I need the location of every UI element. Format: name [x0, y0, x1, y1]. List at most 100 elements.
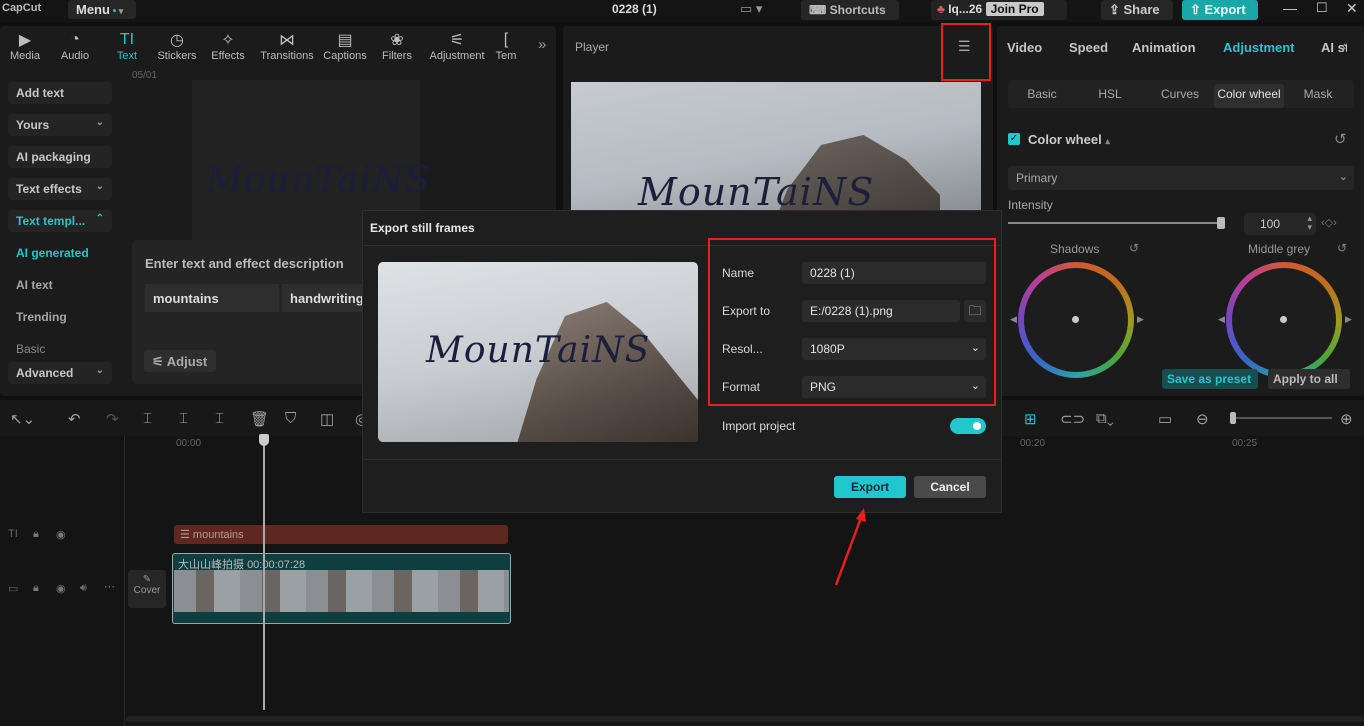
sidebar-add-text[interactable]: Add text: [8, 82, 112, 104]
keyframe-icon[interactable]: ‹◇›: [1321, 216, 1337, 229]
shadows-wheel-center[interactable]: [1072, 316, 1079, 323]
screen-icon[interactable]: ▭: [1158, 410, 1172, 428]
apply-to-all-button[interactable]: Apply to all: [1268, 369, 1350, 389]
shortcuts-button[interactable]: ⌨ Shortcuts: [801, 0, 899, 20]
tab-animation[interactable]: Animation: [1132, 40, 1196, 55]
more-tabs-icon[interactable]: »: [538, 36, 546, 53]
split-icon[interactable]: ⌶: [143, 410, 152, 427]
intensity-slider-track[interactable]: [1008, 222, 1222, 224]
subtab-mask[interactable]: Mask: [1288, 84, 1348, 108]
shadows-color-wheel[interactable]: [1018, 262, 1134, 378]
tab-filters[interactable]: ❀ Filters: [370, 30, 424, 62]
cancel-button[interactable]: Cancel: [914, 476, 986, 498]
redo-icon[interactable]: ↷: [106, 410, 119, 428]
adjust-button[interactable]: ⚟ Adjust: [144, 350, 216, 372]
subtab-basic[interactable]: Basic: [1010, 84, 1074, 108]
collapse-icon[interactable]: ▴: [1105, 136, 1110, 146]
split-left-icon[interactable]: ⌶: [179, 410, 188, 427]
layout-icon[interactable]: ▭ ▾: [740, 1, 762, 17]
intensity-slider-handle[interactable]: [1217, 217, 1225, 229]
maximize-icon[interactable]: ☐: [1316, 0, 1328, 16]
toggle-knob: [973, 422, 981, 430]
undo-icon[interactable]: ↶: [68, 410, 81, 428]
playhead[interactable]: [263, 436, 265, 710]
import-project-toggle[interactable]: [950, 418, 986, 434]
text-clip[interactable]: ☰ mountains: [174, 525, 508, 544]
delete-icon[interactable]: 🗑: [250, 410, 269, 428]
subtab-curves[interactable]: Curves: [1148, 84, 1212, 108]
magnet-icon[interactable]: ⊞: [1024, 410, 1037, 428]
middle-grey-wheel-center[interactable]: [1280, 316, 1287, 323]
video-track-icon: ▭: [8, 583, 19, 595]
stepper-icon[interactable]: ▴ ▾: [1307, 214, 1312, 232]
link-icon[interactable]: ⊂⊃: [1060, 410, 1085, 428]
preview-axis-icon[interactable]: ⧉⌄: [1096, 410, 1114, 427]
eye-icon[interactable]: ◉: [56, 582, 66, 595]
split-right-icon[interactable]: ⌶: [215, 410, 224, 427]
tab-effects[interactable]: ✧ Effects: [201, 30, 255, 62]
grey-right-arrow-icon[interactable]: ▶: [1345, 314, 1352, 325]
shadows-right-arrow-icon[interactable]: ▶: [1137, 314, 1144, 325]
tab-media[interactable]: ▶ Media: [0, 30, 52, 62]
cover-button[interactable]: ✎ Cover: [128, 570, 166, 608]
zoom-slider[interactable]: [1232, 417, 1332, 419]
sidebar-trending[interactable]: Trending: [16, 310, 67, 324]
tab-templates[interactable]: [Tem: [490, 30, 522, 62]
export-button[interactable]: Export: [834, 476, 906, 498]
import-project-label: Import project: [722, 419, 796, 433]
ai-prompt-input[interactable]: mountains: [145, 284, 279, 312]
more-icon[interactable]: ⋯: [104, 580, 115, 593]
tab-speed[interactable]: Speed: [1069, 40, 1108, 55]
select-cursor-icon[interactable]: ↖⌄: [10, 410, 35, 428]
subtab-color-wheel[interactable]: Color wheel: [1214, 84, 1284, 108]
ai-style-input[interactable]: handwriting: [282, 284, 366, 312]
tab-transitions[interactable]: ⋈ Transitions: [256, 30, 318, 62]
menu-button[interactable]: Menu • ▾: [68, 0, 136, 19]
minimize-icon[interactable]: —: [1283, 0, 1297, 16]
zoom-slider-handle[interactable]: [1230, 412, 1236, 424]
sidebar-ai-generated[interactable]: AI generated: [16, 246, 89, 260]
tab-video[interactable]: Video: [1007, 40, 1042, 55]
sidebar-yours[interactable]: Yours ⌄: [8, 114, 112, 136]
audio-mute-icon[interactable]: 🔊︎: [80, 582, 87, 595]
middle-grey-reset-icon[interactable]: ↺: [1337, 241, 1347, 255]
color-wheel-checkbox[interactable]: ✓: [1008, 133, 1020, 145]
lock-icon[interactable]: 🔒︎: [33, 528, 39, 541]
intensity-input[interactable]: 100 ▴ ▾: [1244, 213, 1316, 235]
playhead-handle[interactable]: [259, 434, 269, 446]
sidebar-basic[interactable]: Basic: [16, 342, 45, 356]
sidebar-text-templates[interactable]: Text templ... ⌃: [8, 210, 112, 232]
mode-select[interactable]: Primary ⌄: [1008, 166, 1354, 190]
share-button[interactable]: ⇪ Share: [1101, 0, 1173, 20]
sidebar-label: Text templ...: [16, 214, 86, 228]
account-area[interactable]: ♣ Iq...26 Join Pro: [931, 0, 1067, 20]
tab-audio[interactable]: ◔ Audio: [48, 30, 102, 62]
join-pro-badge[interactable]: Join Pro: [985, 2, 1044, 16]
export-top-button[interactable]: ⇧ Export: [1182, 0, 1258, 20]
sidebar-ai-packaging[interactable]: AI packaging: [8, 146, 112, 168]
close-icon[interactable]: ✕: [1346, 0, 1358, 17]
zoom-out-icon[interactable]: ⊖: [1196, 410, 1209, 428]
zoom-in-icon[interactable]: ⊕: [1340, 410, 1353, 428]
tab-stickers[interactable]: ◷ Stickers: [150, 30, 204, 62]
tab-captions[interactable]: ▤ Captions: [318, 30, 372, 62]
sidebar-ai-text[interactable]: AI text: [16, 278, 53, 292]
freeze-icon[interactable]: ◫: [320, 410, 334, 428]
timeline-scrollbar[interactable]: [126, 716, 1364, 722]
shadows-reset-icon[interactable]: ↺: [1129, 241, 1139, 255]
subtab-hsl[interactable]: HSL: [1078, 84, 1142, 108]
tab-adjustment-right[interactable]: Adjustment: [1223, 40, 1295, 55]
sidebar-text-effects[interactable]: Text effects ⌄: [8, 178, 112, 200]
sidebar-advanced[interactable]: Advanced ⌄: [8, 362, 112, 384]
grey-left-arrow-icon[interactable]: ◀: [1218, 314, 1225, 325]
tab-text[interactable]: TI Text: [100, 30, 154, 62]
chevron-left-icon[interactable]: ‹: [1342, 38, 1346, 53]
tab-adjustment[interactable]: ⚟ Adjustment: [426, 30, 488, 62]
save-as-preset-button[interactable]: Save as preset: [1162, 369, 1258, 389]
mark-icon[interactable]: ⛉: [285, 410, 296, 427]
shadows-left-arrow-icon[interactable]: ◀: [1010, 314, 1017, 325]
reset-icon[interactable]: ↺: [1334, 130, 1347, 148]
middle-grey-color-wheel[interactable]: [1226, 262, 1342, 378]
lock-icon[interactable]: 🔒︎: [33, 582, 39, 595]
eye-icon[interactable]: ◉: [56, 528, 66, 541]
